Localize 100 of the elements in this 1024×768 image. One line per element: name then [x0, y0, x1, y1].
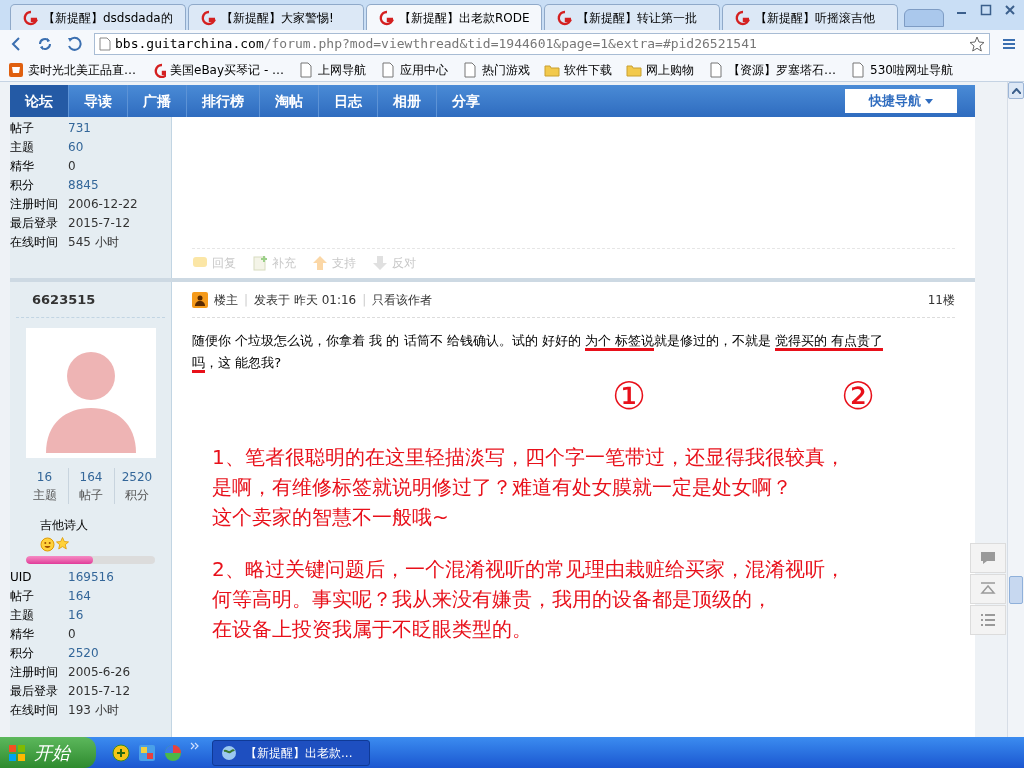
separator: |: [244, 291, 249, 309]
note-icon: [252, 255, 268, 271]
field-link[interactable]: 731: [68, 118, 91, 137]
field-label: 注册时间: [10, 663, 59, 681]
field-value: 2015-7-12: [68, 214, 131, 232]
username-link[interactable]: 6623515: [32, 289, 96, 310]
color-grid-icon[interactable]: [138, 743, 156, 762]
stat-label: 帖子: [79, 487, 103, 504]
shop-icon: [8, 61, 24, 78]
bookmark-item[interactable]: 美国eBay买琴记 - …: [150, 60, 285, 79]
field-label: 主题: [10, 606, 35, 624]
annotation-text: 1、笔者很聪明的在这里轻描淡写，四个字一笔带过，还显得我很较真，: [212, 444, 846, 471]
page-icon: [380, 61, 397, 78]
rank-title: 吉他诗人: [40, 517, 89, 534]
annotation-text: 是啊，有维修标签就说明修过了？难道有处女膜就一定是处女啊？: [212, 474, 793, 501]
author-only-link[interactable]: 只看该作者: [372, 290, 433, 309]
bookmark-item[interactable]: 上网导航: [298, 60, 367, 79]
annotation-text: 何等高明。事实呢？我从来没有嫌贵，我用的设备都是顶级的，: [212, 586, 773, 613]
maximize-icon[interactable]: [980, 4, 992, 16]
field-label: 积分: [10, 644, 35, 662]
field-value: 0: [68, 157, 76, 175]
post-time: 发表于 昨天 01:16: [254, 291, 357, 309]
annotation-text: 在设备上投资我属于不眨眼类型的。: [212, 616, 533, 643]
field-link[interactable]: 169516: [68, 567, 114, 586]
field-value: 2006-12-22: [68, 195, 138, 213]
field-label: 积分: [10, 176, 35, 194]
stat-count[interactable]: 2520: [121, 468, 153, 486]
stat-count[interactable]: 164: [79, 468, 103, 486]
down-arrow-icon: [372, 255, 388, 271]
chevron-icon[interactable]: [190, 741, 200, 751]
annotation-text: 2、略过关键问题后，一个混淆视听的常见理由栽赃给买家，混淆视听，: [212, 556, 846, 583]
menu-icon[interactable]: [1002, 37, 1016, 51]
field-link[interactable]: 16: [68, 605, 84, 624]
field-value: 545 小时: [68, 233, 119, 251]
field-link[interactable]: 60: [68, 137, 84, 156]
scrollbar[interactable]: [1007, 82, 1024, 737]
circled-number: ①: [612, 377, 647, 415]
bookmark-item[interactable]: 【资源】罗塞塔石…: [708, 60, 837, 79]
browser-tab[interactable]: 【新提醒】听摇滚吉他: [722, 4, 898, 30]
field-label: 帖子: [10, 587, 35, 605]
scroll-up-icon[interactable]: [1011, 87, 1021, 94]
scroll-thumb[interactable]: [1009, 576, 1023, 604]
field-label: 主题: [10, 138, 35, 156]
bookmark-item[interactable]: 软件下载: [544, 60, 613, 79]
user-badge-icon: [192, 291, 208, 308]
bookmark-item[interactable]: 热门游戏: [462, 60, 531, 79]
field-link[interactable]: 8845: [68, 175, 99, 194]
page-icon: [99, 37, 111, 51]
page-icon: [298, 61, 315, 78]
stat-label: 主题: [32, 487, 57, 504]
separator: |: [362, 291, 367, 309]
refresh-icon[interactable]: [36, 35, 54, 53]
start-button[interactable]: 开始: [0, 737, 96, 768]
bookmark-item[interactable]: 530啦网址导航: [850, 60, 953, 79]
field-label: 最后登录: [10, 682, 59, 700]
close-icon[interactable]: [1004, 4, 1016, 16]
star-icon[interactable]: [969, 36, 985, 52]
field-label: 在线时间: [10, 701, 59, 719]
field-link[interactable]: 2520: [68, 643, 99, 662]
browser-tab[interactable]: 【新提醒】出老款RODE: [366, 4, 542, 30]
caret-icon: [925, 98, 933, 104]
field-label: 精华: [10, 625, 35, 643]
bookmark-item[interactable]: 应用中心: [380, 60, 449, 79]
floor-number[interactable]: 11楼: [927, 290, 955, 309]
field-label: 精华: [10, 157, 35, 175]
browser-tab[interactable]: 【新提醒】大家警惕!: [188, 4, 364, 30]
browser-tab[interactable]: 【新提醒】dsdsdada的: [10, 4, 186, 30]
globe-icon: [221, 744, 237, 761]
side-tool-button[interactable]: [970, 605, 1006, 635]
field-label: UID: [10, 568, 33, 586]
smiley-icon: [40, 537, 55, 552]
nav-tab[interactable]: 论坛: [10, 85, 69, 117]
field-label: 在线时间: [10, 233, 59, 251]
nav-tab[interactable]: 分享: [437, 85, 495, 117]
bookmark-item[interactable]: 卖时光北美正品直…: [8, 60, 136, 79]
bookmark-item[interactable]: 网上购物: [626, 60, 695, 79]
field-value: 2015-7-12: [68, 682, 131, 700]
plus-circle-icon[interactable]: [112, 743, 130, 762]
browser-ball-icon[interactable]: [164, 743, 182, 762]
field-label: 帖子: [10, 119, 35, 137]
address-field[interactable]: bbs.guitarchina.com/forum.php?mod=viewthread&tid=1944601&page=1&extra=#pid26521541: [94, 33, 990, 55]
undo-icon[interactable]: [66, 36, 82, 52]
circled-number: ②: [841, 377, 876, 415]
windows-flag-icon: [8, 743, 26, 762]
side-tool-button[interactable]: [970, 543, 1006, 573]
author-role: 楼主: [214, 291, 238, 309]
field-link[interactable]: 164: [68, 586, 91, 605]
stat-count[interactable]: 16: [36, 468, 53, 486]
page-icon: [462, 61, 479, 78]
annotation-text: 这个卖家的智慧不一般哦~: [212, 504, 450, 531]
field-label: 最后登录: [10, 214, 59, 232]
url-text: bbs.guitarchina.com/forum.php?mod=viewthread&tid=1944601&page=1&extra=#pid26521541: [115, 35, 757, 54]
quick-nav-button[interactable]: 快捷导航: [845, 89, 957, 113]
browser-tab[interactable]: 【新提醒】转让第一批: [544, 4, 720, 30]
stat-label: 积分: [125, 487, 149, 504]
taskbar-window-button[interactable]: 【新提醒】出老款...: [212, 739, 370, 766]
page-icon: [850, 61, 867, 78]
star-icon: [56, 537, 69, 550]
post-text: 随便你 个垃圾怎么说，你拿着 我 的 话筒不 给钱确认。试的 好好的 为个 标签说就是修过的，不就是 觉得买的 有点贵了吗，这 能忽我?: [192, 330, 904, 374]
field-label: 注册时间: [10, 195, 59, 213]
